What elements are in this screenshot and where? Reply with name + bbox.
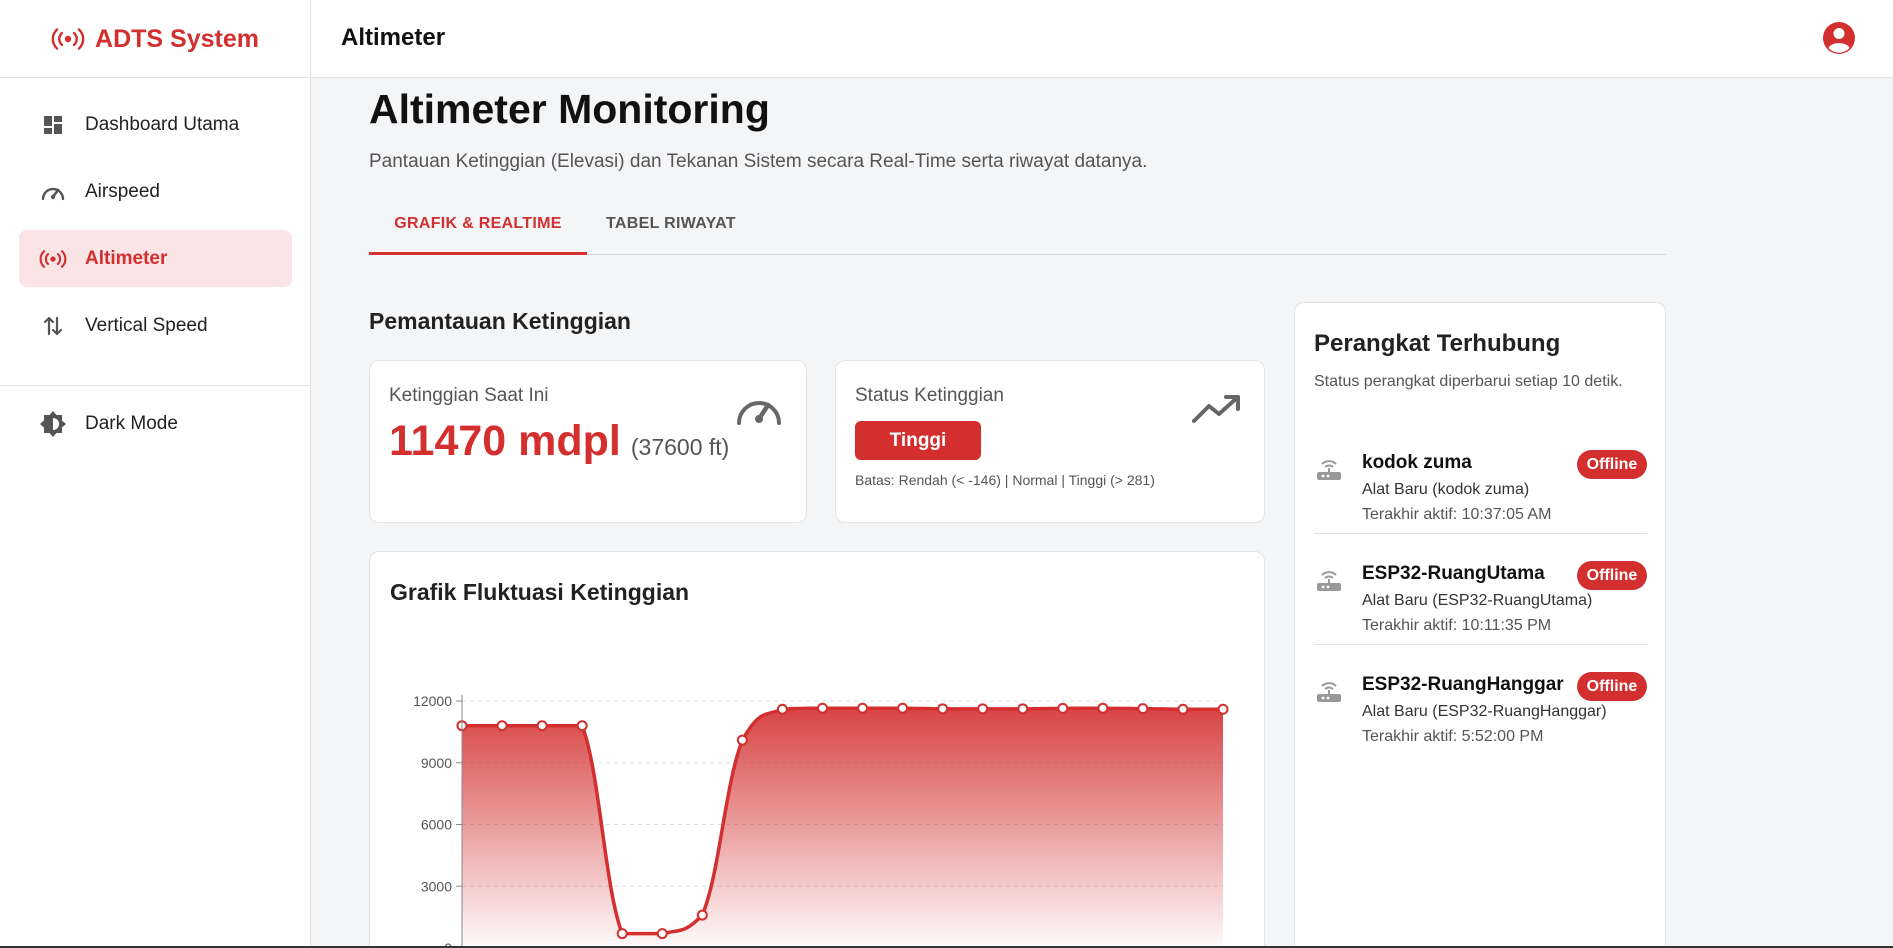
device-divider <box>1314 533 1647 534</box>
chart-data-point[interactable] <box>816 702 828 714</box>
brand-name: ADTS System <box>95 24 259 53</box>
chart-y-tick-label: 6000 <box>421 817 452 833</box>
current-altitude-value: 11470 mdpl (37600 ft) <box>389 417 729 466</box>
chart-y-tick-label: 12000 <box>413 693 452 709</box>
speedometer-icon <box>737 401 781 425</box>
chart-data-point[interactable] <box>536 720 548 732</box>
router-icon <box>1317 571 1341 591</box>
sidebar-item-label: Vertical Speed <box>85 314 208 336</box>
device-item[interactable]: ESP32-RuangHanggar Offline Alat Baru (ES… <box>1314 658 1647 769</box>
chart-data-point[interactable] <box>576 720 588 732</box>
sidebar-item-vertical-speed[interactable]: Vertical Speed <box>19 297 292 354</box>
sidebar-item-dashboard-utama[interactable]: Dashboard Utama <box>19 96 292 153</box>
device-description: Alat Baru (kodok zuma) <box>1362 481 1530 498</box>
brand[interactable]: ADTS System <box>0 0 311 78</box>
router-icon <box>1317 682 1341 702</box>
chart-data-point[interactable] <box>1097 702 1109 714</box>
chart-data-point[interactable] <box>937 703 949 715</box>
broadcast-icon <box>51 28 85 50</box>
tab-bar: GRAFIK & REALTIME TABEL RIWAYAT <box>369 212 1666 255</box>
chart-data-point[interactable] <box>776 703 788 715</box>
sidebar-item-altimeter[interactable]: Altimeter <box>19 230 292 287</box>
page-title: Altimeter Monitoring <box>369 86 770 132</box>
device-name: ESP32-RuangHanggar <box>1362 674 1564 695</box>
chart-data-point[interactable] <box>1057 702 1069 714</box>
device-name: kodok zuma <box>1362 452 1472 473</box>
trending-up-icon <box>1192 395 1240 423</box>
device-status-badge: Offline <box>1577 672 1647 701</box>
sidebar-item-label: Dark Mode <box>85 412 178 434</box>
altitude-status-card: Status Ketinggian Tinggi Batas: Rendah (… <box>835 360 1265 523</box>
devices-subtitle: Status perangkat diperbarui setiap 10 de… <box>1314 373 1623 390</box>
brightness-icon <box>39 410 67 438</box>
device-last-active: Terakhir aktif: 5:52:00 PM <box>1362 728 1544 745</box>
chart-y-tick-label: 9000 <box>421 755 452 771</box>
chart-data-point[interactable] <box>696 909 708 921</box>
header-title: Altimeter <box>341 24 446 51</box>
section-title: Pemantauan Ketinggian <box>369 308 631 334</box>
sidebar-divider <box>0 385 311 386</box>
device-description: Alat Baru (ESP32-RuangUtama) <box>1362 592 1593 609</box>
sidebar: Dashboard Utama Airspeed Altimeter Verti… <box>0 78 311 948</box>
sidebar-item-label: Altimeter <box>85 247 168 269</box>
chart-data-point[interactable] <box>496 720 508 732</box>
altitude-chart-card: Grafik Fluktuasi Ketinggian 0 3000 6000 900… <box>369 551 1265 948</box>
sidebar-item-label: Airspeed <box>85 180 160 202</box>
sidebar-item-label: Dashboard Utama <box>85 113 240 135</box>
chart-data-point[interactable] <box>616 928 628 940</box>
chart-title: Grafik Fluktuasi Ketinggian <box>390 579 690 605</box>
chart-data-point[interactable] <box>1017 703 1029 715</box>
device-description: Alat Baru (ESP32-RuangHanggar) <box>1362 703 1607 720</box>
device-last-active: Terakhir aktif: 10:11:35 PM <box>1362 617 1552 634</box>
chart-data-point[interactable] <box>857 702 869 714</box>
chart-data-point[interactable] <box>736 734 748 746</box>
altitude-chart[interactable]: 0300060009000120005:05:17 PM5:50:49 PM5:… <box>370 622 1266 948</box>
broadcast-icon <box>39 245 67 273</box>
status-label: Status Ketinggian <box>855 385 1004 406</box>
current-altitude-card: Ketinggian Saat Ini 11470 mdpl (37600 ft… <box>369 360 807 523</box>
current-altitude-label: Ketinggian Saat Ini <box>389 385 549 406</box>
altitude-feet: (37600 ft) <box>630 434 730 460</box>
device-name: ESP32-RuangUtama <box>1362 563 1545 584</box>
device-item[interactable]: kodok zuma Offline Alat Baru (kodok zuma… <box>1314 436 1647 547</box>
devices-title: Perangkat Terhubung <box>1314 330 1561 357</box>
altitude-mdpl: 11470 mdpl <box>389 417 621 465</box>
chart-data-point[interactable] <box>1217 703 1229 715</box>
chart-y-tick-label: 3000 <box>421 878 452 894</box>
speedometer-icon <box>39 178 67 206</box>
tab-tabel-riwayat[interactable]: TABEL RIWAYAT <box>606 212 736 255</box>
router-icon <box>1317 460 1341 480</box>
chart-data-point[interactable] <box>1177 703 1189 715</box>
device-status-badge: Offline <box>1577 561 1647 590</box>
connected-devices-card: Perangkat Terhubung Status perangkat dip… <box>1294 302 1666 948</box>
device-item[interactable]: ESP32-RuangUtama Offline Alat Baru (ESP3… <box>1314 547 1647 658</box>
account-circle-icon[interactable] <box>1821 20 1857 56</box>
top-bar: ADTS System Altimeter <box>0 0 1893 78</box>
status-threshold-note: Batas: Rendah (< -146) | Normal | Tinggi… <box>855 472 1155 488</box>
chart-data-point[interactable] <box>1137 703 1149 715</box>
chart-area <box>462 708 1223 948</box>
device-divider <box>1314 644 1647 645</box>
chart-data-point[interactable] <box>977 703 989 715</box>
page-subtitle: Pantauan Ketinggian (Elevasi) dan Tekana… <box>369 151 1148 172</box>
sidebar-item-dark-mode[interactable]: Dark Mode <box>19 395 292 452</box>
chart-data-point[interactable] <box>656 928 668 940</box>
chart-data-point[interactable] <box>897 702 909 714</box>
dashboard-icon <box>39 111 67 139</box>
status-badge: Tinggi <box>855 421 981 460</box>
tab-grafik-realtime[interactable]: GRAFIK & REALTIME <box>369 212 587 255</box>
device-status-badge: Offline <box>1577 450 1647 479</box>
sidebar-item-airspeed[interactable]: Airspeed <box>19 163 292 220</box>
device-last-active: Terakhir aktif: 10:37:05 AM <box>1362 506 1552 523</box>
swap-vertical-icon <box>39 312 67 340</box>
